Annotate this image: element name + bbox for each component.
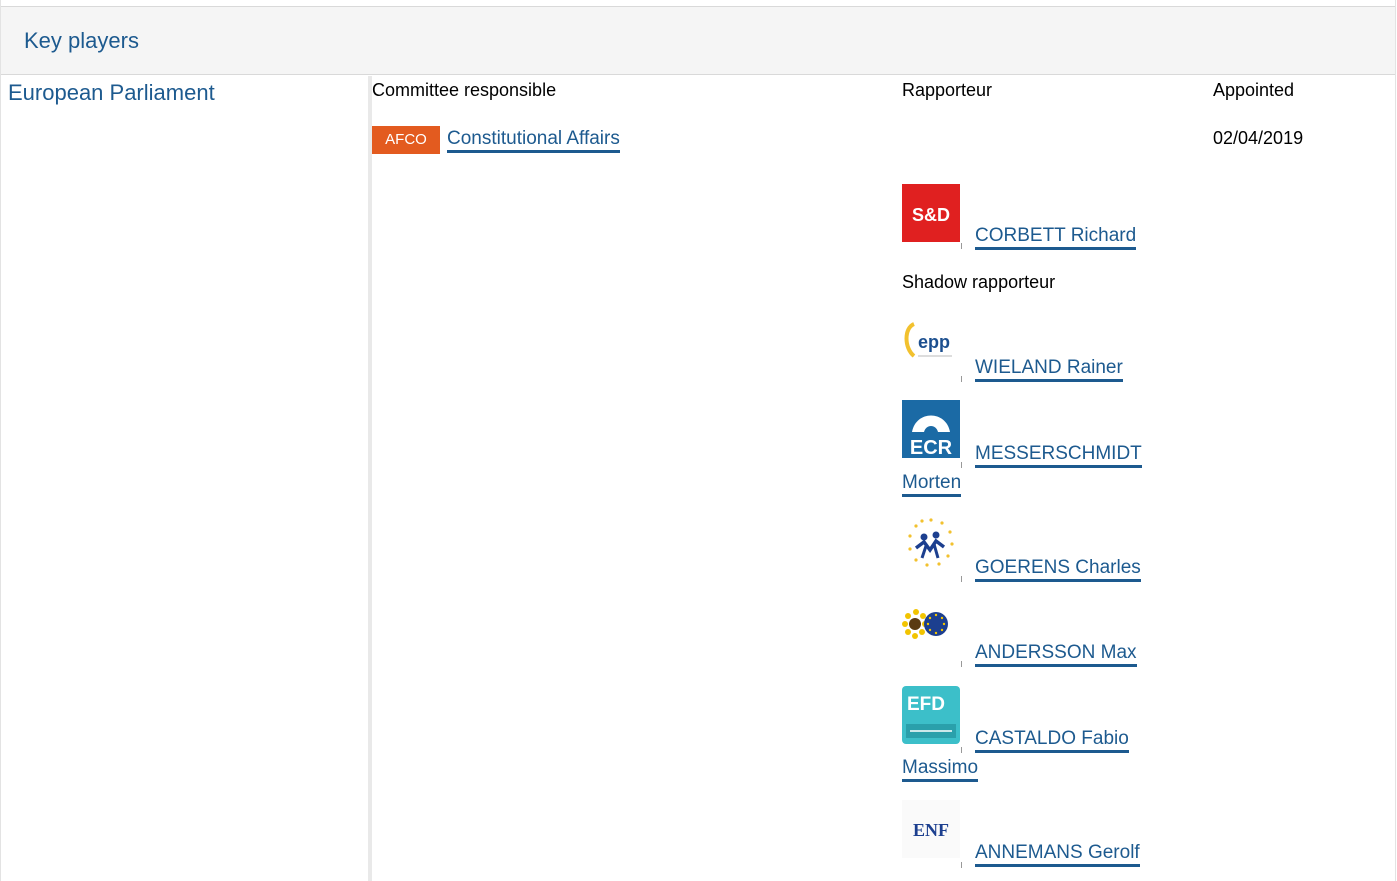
rapporteur-column-header: Rapporteur: [902, 80, 993, 100]
institution-label: European Parliament: [8, 80, 215, 105]
logo-tick: [961, 462, 962, 468]
enf-group-logo: ENF: [902, 800, 960, 858]
logo-tick: [961, 376, 962, 382]
svg-text:ECR: ECR: [910, 437, 953, 458]
committee-badge: AFCO: [372, 126, 440, 154]
svg-text:epp: epp: [918, 332, 950, 352]
committee-link[interactable]: Constitutional Affairs: [447, 128, 620, 153]
shadow-link-castaldo-line2[interactable]: Massimo: [902, 757, 979, 782]
page-frame: [0, 0, 1396, 881]
section-title: Key players: [24, 28, 139, 53]
rapporteur-link[interactable]: CORBETT Richard: [975, 225, 1137, 250]
efdd-group-logo: EFD: [902, 686, 960, 744]
logo-tick: [961, 243, 962, 249]
logo-tick: [961, 747, 962, 753]
shadow-link-messerschmidt[interactable]: MESSERSCHMIDT: [975, 443, 1142, 468]
shadow-link-castaldo[interactable]: CASTALDO Fabio: [975, 728, 1129, 753]
logo-tick: [961, 576, 962, 582]
appointed-column-header: Appointed: [1213, 80, 1295, 100]
shadow-link-messerschmidt-line2[interactable]: Morten: [902, 472, 962, 497]
logo-tick: [961, 661, 962, 667]
sd-group-logo: S&D: [902, 184, 960, 242]
shadow-link-goerens[interactable]: GOERENS Charles: [975, 557, 1141, 582]
shadow-link-wieland[interactable]: WIELAND Rainer: [975, 357, 1123, 382]
svg-text:ENF: ENF: [913, 820, 949, 840]
shadow-rapporteur-header: Shadow rapporteur: [902, 272, 1056, 292]
logo-tick: [961, 862, 962, 868]
appointed-date: 02/04/2019: [1213, 128, 1304, 148]
shadow-link-annemans[interactable]: ANNEMANS Gerolf: [975, 842, 1140, 867]
shadow-link-andersson[interactable]: ANDERSSON Max: [975, 642, 1137, 667]
svg-text:S&D: S&D: [912, 205, 950, 225]
ecr-group-logo: ECR: [902, 400, 960, 459]
section-header: Key players: [1, 6, 1395, 75]
svg-text:EFD: EFD: [907, 694, 945, 715]
greens-efa-group-logo: [902, 604, 960, 662]
committee-column-header: Committee responsible: [372, 80, 557, 100]
renew-group-logo: [902, 514, 960, 572]
column-divider: [368, 76, 372, 881]
epp-group-logo: epp: [902, 318, 960, 376]
